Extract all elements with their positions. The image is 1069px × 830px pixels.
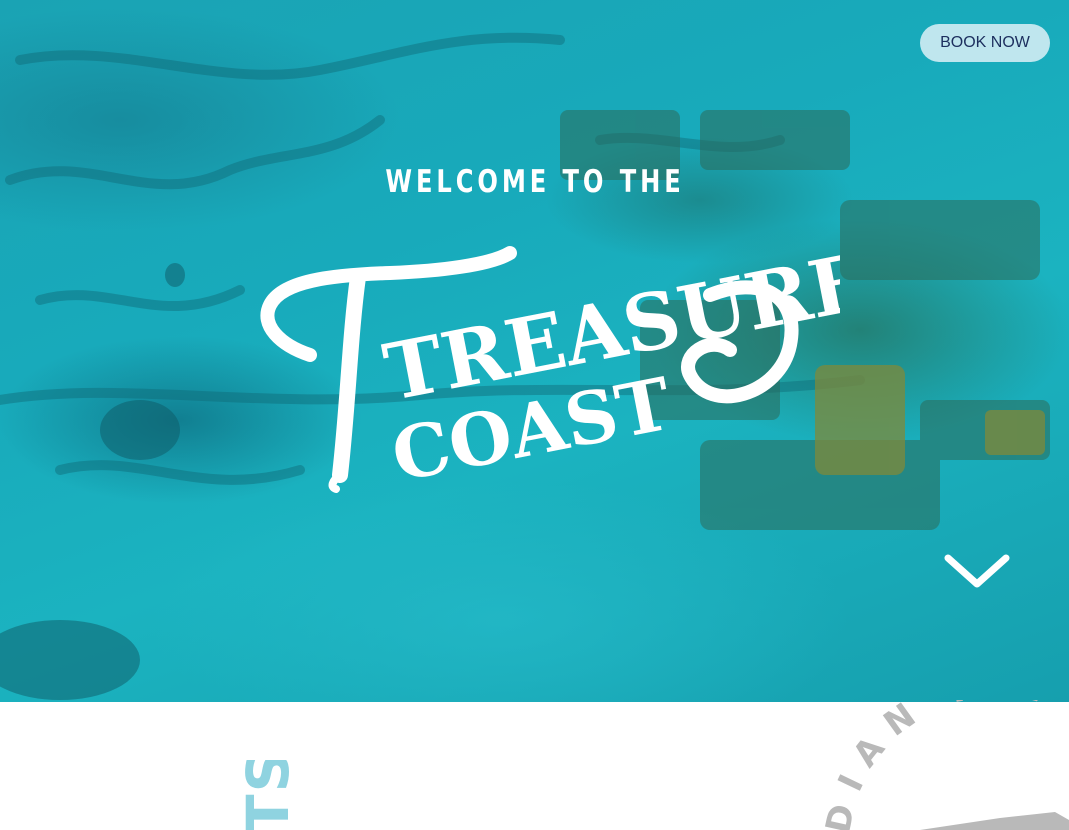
- treasure-coast-logo: TREASURE COAST: [240, 195, 877, 498]
- section-heading-fragment: TS.: [226, 760, 306, 830]
- scroll-down-chevron-icon[interactable]: [942, 552, 1012, 594]
- badge-arc-text: DIAN RIV: [820, 700, 1068, 830]
- badge-boat-silhouette: [920, 812, 1069, 830]
- section-heading-text: TS.: [234, 760, 302, 830]
- page: BOOK NOW WELCOME TO THE TREASURE COAST T…: [0, 0, 1069, 830]
- hero-video: BOOK NOW WELCOME TO THE TREASURE COAST: [0, 0, 1069, 702]
- indian-river-badge: DIAN RIV: [818, 665, 1069, 830]
- book-now-button[interactable]: BOOK NOW: [920, 24, 1050, 62]
